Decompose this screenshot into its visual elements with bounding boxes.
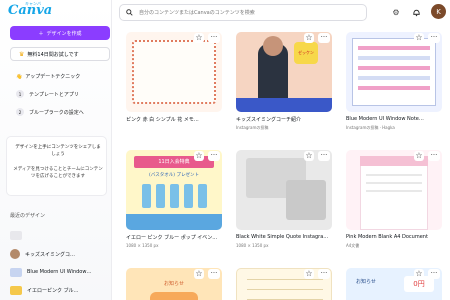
recent-item[interactable] xyxy=(10,229,108,241)
design-thumbnail[interactable] xyxy=(126,32,222,112)
more-options-icon[interactable]: ··· xyxy=(318,269,330,279)
more-options-icon[interactable]: ··· xyxy=(428,269,440,279)
star-icon[interactable]: ☆ xyxy=(194,151,204,161)
recent-item[interactable]: イエローピンク ブル… xyxy=(10,284,108,296)
design-card[interactable]: ☆ ··· Blue Modern UI Window Note… Instag… xyxy=(332,26,442,140)
more-options-icon[interactable]: ··· xyxy=(208,33,220,43)
memo-title: お知らせ xyxy=(164,281,184,287)
create-design-label: デザインを作成 xyxy=(46,30,82,37)
star-icon[interactable]: ☆ xyxy=(414,151,424,161)
design-title: Pink Modern Blank A4 Document xyxy=(346,234,428,240)
sidebar: Canva キャンバ ＋ デザインを作成 ♛ 無料14日間お試しです 👋 アップ… xyxy=(0,0,112,300)
star-icon[interactable]: ☆ xyxy=(304,151,314,161)
info-card-title: デザインを上手にコンテンツをシェアしましょう xyxy=(15,145,101,157)
design-grid: ☆ ··· ピンク 赤 白 シンプル 花 メモ… ゼッケン ☆ ··· キッズス… xyxy=(112,26,450,300)
step-label: ブループラークの設定へ xyxy=(29,109,84,116)
steps-title: 👋 アップデートテクニック xyxy=(16,73,81,81)
design-thumbnail[interactable]: ゼッケン xyxy=(236,32,332,112)
more-options-icon[interactable]: ··· xyxy=(318,151,330,161)
trial-label: 無料14日間お試しです xyxy=(27,51,79,58)
step-label: テンプレートとアプリ xyxy=(29,91,79,98)
star-icon[interactable]: ☆ xyxy=(414,269,424,279)
plus-icon: ＋ xyxy=(38,30,44,37)
more-options-icon[interactable]: ··· xyxy=(428,151,440,161)
search-icon xyxy=(126,9,133,16)
design-card[interactable]: ☆ ··· xyxy=(222,262,332,300)
step-item-2[interactable]: 2 ブループラークの設定へ xyxy=(16,108,84,116)
more-options-icon[interactable]: ··· xyxy=(318,33,330,43)
design-card[interactable]: ☆ ··· Black White Simple Quote Instagra…… xyxy=(222,144,332,258)
design-title: Black White Simple Quote Instagra… xyxy=(236,234,329,240)
info-card-body: メディアを見つけることとチームにコンテンツを広げることができます xyxy=(13,167,103,179)
gear-icon[interactable]: ⚙ xyxy=(390,6,402,18)
design-subtitle: 1080 × 1350 px xyxy=(126,243,159,248)
star-icon[interactable]: ☆ xyxy=(194,269,204,279)
badge-text: ゼッケン xyxy=(294,42,318,64)
trial-button[interactable]: ♛ 無料14日間お試しです xyxy=(10,47,110,61)
search-box[interactable]: 自分のコンテンツまたはCanvaのコンテンツを検索 xyxy=(119,4,367,21)
topbar: 自分のコンテンツまたはCanvaのコンテンツを検索 ⚙ K xyxy=(112,0,450,26)
design-title: Blue Modern UI Window Note… xyxy=(346,116,424,122)
design-thumbnail[interactable] xyxy=(236,150,332,230)
recent-item-label: Blue Modern UI Window… xyxy=(27,269,92,275)
hand-icon: 👋 xyxy=(16,73,23,80)
recent-thumbnail xyxy=(10,230,22,240)
recent-thumbnail xyxy=(10,285,22,295)
more-options-icon[interactable]: ··· xyxy=(208,269,220,279)
star-icon[interactable]: ☆ xyxy=(414,33,424,43)
step-item-1[interactable]: 1 テンプレートとアプリ xyxy=(16,90,79,98)
recent-item[interactable]: キッズスイミングコ… xyxy=(10,248,108,260)
star-icon[interactable]: ☆ xyxy=(304,269,314,279)
design-thumbnail[interactable] xyxy=(346,150,442,230)
design-card[interactable]: ゼッケン ☆ ··· キッズスイミングコーチ紹介 Instagramの投稿 xyxy=(222,26,332,140)
design-card[interactable]: お知らせ ☆ ··· xyxy=(112,262,222,300)
poster-subtitle: (バスタオル) プレゼント xyxy=(149,173,199,178)
step-number: 2 xyxy=(16,108,24,116)
star-icon[interactable]: ☆ xyxy=(304,33,314,43)
design-subtitle: A4文書 xyxy=(346,243,360,248)
avatar[interactable]: K xyxy=(431,4,446,19)
design-subtitle: Instagramの投稿 xyxy=(236,125,269,130)
star-icon[interactable]: ☆ xyxy=(194,33,204,43)
design-thumbnail[interactable]: 11日入会特典 (バスタオル) プレゼント xyxy=(126,150,222,230)
bell-icon[interactable] xyxy=(410,6,422,18)
design-title: ピンク 赤 白 シンプル 花 メモ… xyxy=(126,117,199,123)
design-subtitle: Instagramの投稿 · Hagka xyxy=(346,125,395,130)
search-input[interactable]: 自分のコンテンツまたはCanvaのコンテンツを検索 xyxy=(139,9,255,16)
design-thumbnail[interactable] xyxy=(346,32,442,112)
logo-kana: キャンバ xyxy=(25,1,41,6)
create-design-button[interactable]: ＋ デザインを作成 xyxy=(10,26,110,40)
design-card[interactable]: ☆ ··· Pink Modern Blank A4 Document A4文書 xyxy=(332,144,442,258)
recent-thumbnail xyxy=(10,249,20,259)
more-options-icon[interactable]: ··· xyxy=(428,33,440,43)
design-card[interactable]: お知らせ 0円 ☆ ··· xyxy=(332,262,442,300)
recent-item-label: イエローピンク ブル… xyxy=(27,287,79,294)
info-card[interactable]: デザインを上手にコンテンツをシェアしましょう メディアを見つけることとチームにコ… xyxy=(6,136,107,196)
more-options-icon[interactable]: ··· xyxy=(208,151,220,161)
news-title: お知らせ xyxy=(356,279,376,285)
recent-item[interactable]: Blue Modern UI Window… xyxy=(10,266,108,278)
recent-designs-title: 最近のデザイン xyxy=(10,213,46,219)
recent-item-label: キッズスイミングコ… xyxy=(25,251,76,258)
design-card[interactable]: 11日入会特典 (バスタオル) プレゼント ☆ ··· イエロー ピンク ブルー… xyxy=(112,144,222,258)
design-subtitle: 1080 × 1350 px xyxy=(236,243,269,248)
design-title: キッズスイミングコーチ紹介 xyxy=(236,117,302,123)
design-title: イエロー ピンク ブルー ポップ イベン… xyxy=(126,235,218,241)
recent-thumbnail xyxy=(10,267,22,277)
crown-icon: ♛ xyxy=(19,50,25,58)
design-card[interactable]: ☆ ··· ピンク 赤 白 シンプル 花 メモ… xyxy=(112,26,222,140)
step-number: 1 xyxy=(16,90,24,98)
